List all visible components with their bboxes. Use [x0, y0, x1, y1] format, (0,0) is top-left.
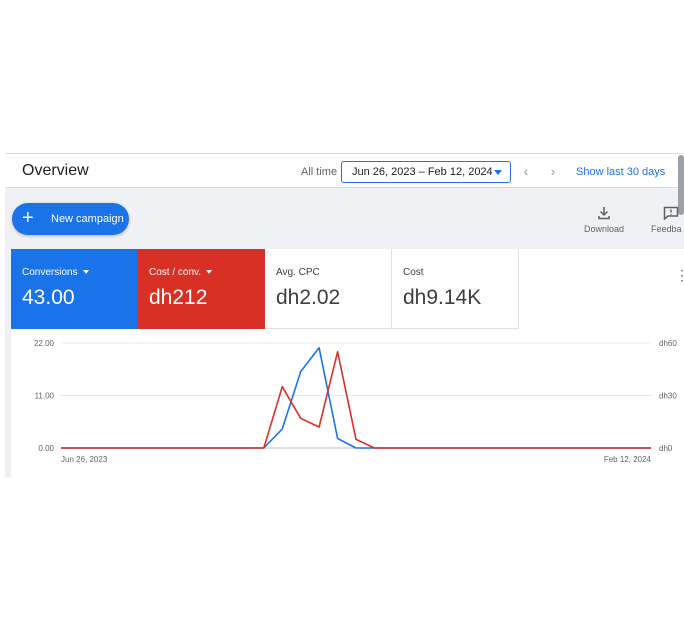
- metric-card-cost-per-conv[interactable]: Cost / conv. dh212: [138, 249, 265, 329]
- download-icon: [598, 207, 610, 220]
- metric-label-wrap: Cost / conv.: [149, 267, 213, 278]
- y-tick-label-left: 22.00: [34, 339, 55, 348]
- show-last-30-days-link[interactable]: Show last 30 days: [576, 166, 665, 178]
- new-campaign-label: New campaign: [51, 213, 124, 225]
- y-tick-label-right: dh60: [659, 339, 677, 348]
- metric-label: Conversions: [22, 267, 78, 278]
- download-button[interactable]: Download: [579, 206, 629, 234]
- y-tick-label-left: 0.00: [38, 444, 54, 453]
- date-range-picker[interactable]: Jun 26, 2023 – Feb 12, 2024: [341, 161, 511, 183]
- metric-card-cost[interactable]: Cost dh9.14K: [392, 249, 519, 329]
- metric-value: dh2.02: [276, 286, 341, 309]
- metric-label: Cost / conv.: [149, 267, 202, 278]
- new-campaign-button[interactable]: + New campaign: [12, 203, 129, 235]
- chevron-right-icon[interactable]: ›: [543, 161, 563, 181]
- y-tick-label-right: dh0: [659, 444, 673, 453]
- overview-header: Overview All time Jun 26, 2023 – Feb 12,…: [5, 154, 684, 215]
- metric-value: dh9.14K: [403, 286, 482, 309]
- series-line-conversions: [61, 347, 651, 449]
- feedback-icon: [663, 206, 679, 220]
- metric-label-wrap: Conversions: [22, 267, 89, 278]
- chevron-left-icon[interactable]: ‹: [516, 161, 536, 181]
- metric-value: dh212: [149, 286, 208, 309]
- y-tick-label-right: dh30: [659, 392, 677, 401]
- performance-chart: 22.00 dh60 11.00 dh30 0.00 dh0 Jun 26, 2023 Feb…: [34, 339, 677, 464]
- date-range-value: Jun 26, 2023 – Feb 12, 2024: [352, 166, 493, 178]
- dropdown-arrow-icon: [82, 270, 89, 275]
- feedback-label: Feedba: [651, 224, 682, 234]
- metric-card-avg-cpc[interactable]: Avg. CPC dh2.02: [265, 249, 392, 329]
- chevron-down-icon: [494, 170, 502, 175]
- download-label: Download: [583, 224, 625, 234]
- series-line-cost-per-conv: [61, 350, 651, 449]
- all-time-label: All time: [301, 166, 338, 178]
- metric-label: Cost: [403, 267, 424, 278]
- y-tick-label-left: 11.00: [35, 392, 55, 401]
- plus-icon: +: [22, 207, 34, 229]
- metric-label: Avg. CPC: [276, 267, 320, 278]
- metric-card-conversions[interactable]: Conversions 43.00: [11, 249, 138, 329]
- x-tick-label: Jun 26, 2023: [61, 455, 108, 464]
- dropdown-arrow-icon: [206, 270, 213, 275]
- x-tick-label: Feb 12, 2024: [604, 455, 652, 464]
- feedback-button[interactable]: Feedba: [645, 206, 684, 234]
- metrics-card-area: Conversions 43.00 Cost / conv. dh212 Avg…: [11, 249, 684, 478]
- metric-value: 43.00: [22, 286, 75, 309]
- page-title: Overview: [22, 162, 89, 179]
- more-options-icon[interactable]: ⋮: [675, 267, 684, 284]
- overview-panel: Overview All time Jun 26, 2023 – Feb 12,…: [5, 153, 684, 478]
